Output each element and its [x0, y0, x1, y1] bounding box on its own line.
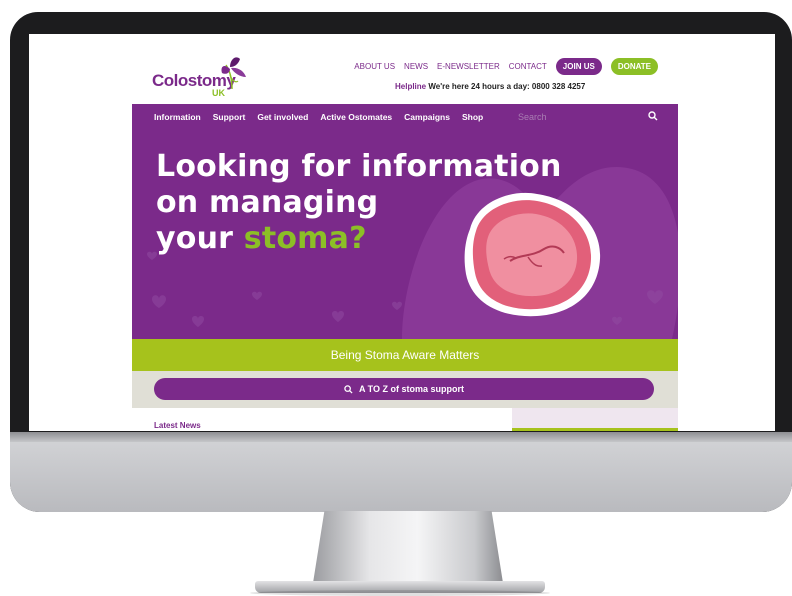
search-input[interactable]: [516, 110, 640, 123]
nav-get-involved[interactable]: Get involved: [257, 112, 308, 122]
nav-contact[interactable]: CONTACT: [509, 62, 547, 71]
nav-about-us[interactable]: ABOUT US: [354, 62, 395, 71]
search-icon: [344, 384, 353, 394]
latest-news-heading[interactable]: Latest News: [154, 421, 201, 430]
chin-shading: [10, 432, 792, 442]
az-section: A TO Z of stoma support: [132, 371, 678, 408]
stoma-aware-banner[interactable]: Being Stoma Aware Matters: [132, 339, 678, 371]
hero-line-2: on managing: [156, 185, 379, 220]
nav-support[interactable]: Support: [213, 112, 246, 122]
nav-shop[interactable]: Shop: [462, 112, 483, 122]
nav-information[interactable]: Information: [154, 112, 201, 122]
nav-campaigns[interactable]: Campaigns: [404, 112, 450, 122]
helpline-label: Helpline: [395, 82, 427, 91]
main-navigation: Information Support Get involved Active …: [132, 104, 678, 129]
helpline-text[interactable]: We're here 24 hours a day: 0800 328 4257: [428, 82, 585, 91]
hero-line-3: your: [156, 221, 244, 256]
monitor-stand: [313, 511, 503, 583]
helpline-info: Helpline We're here 24 hours a day: 0800…: [395, 82, 585, 91]
monitor-chin: [10, 432, 792, 512]
monitor-frame: Colostomy UK ABOUT US NEWS E-NEWSLETTER …: [10, 12, 792, 512]
a-to-z-label: A TO Z of stoma support: [359, 384, 464, 394]
base-shadow: [250, 590, 550, 596]
donate-button[interactable]: DONATE: [610, 58, 658, 75]
a-to-z-button[interactable]: A TO Z of stoma support: [154, 378, 654, 400]
sidebar-accent: [512, 428, 678, 431]
nav-e-newsletter[interactable]: E-NEWSLETTER: [437, 62, 500, 71]
hero-accent-word: stoma?: [243, 221, 367, 256]
site-search: [516, 108, 662, 125]
top-navigation: ABOUT US NEWS E-NEWSLETTER CONTACT JOIN …: [354, 58, 658, 75]
browser-viewport: Colostomy UK ABOUT US NEWS E-NEWSLETTER …: [29, 34, 775, 431]
join-us-button[interactable]: JOIN US: [555, 58, 602, 75]
hero-headline: Looking for information on managing your…: [156, 149, 562, 257]
colostomy-uk-website: Colostomy UK ABOUT US NEWS E-NEWSLETTER …: [132, 34, 678, 431]
iris-logo-icon: [221, 57, 246, 90]
hero-banner[interactable]: Looking for information on managing your…: [132, 129, 678, 339]
search-icon[interactable]: [648, 111, 658, 121]
nav-news[interactable]: NEWS: [404, 62, 428, 71]
nav-active-ostomates[interactable]: Active Ostomates: [320, 112, 392, 122]
hero-line-1: Looking for information: [156, 149, 562, 184]
